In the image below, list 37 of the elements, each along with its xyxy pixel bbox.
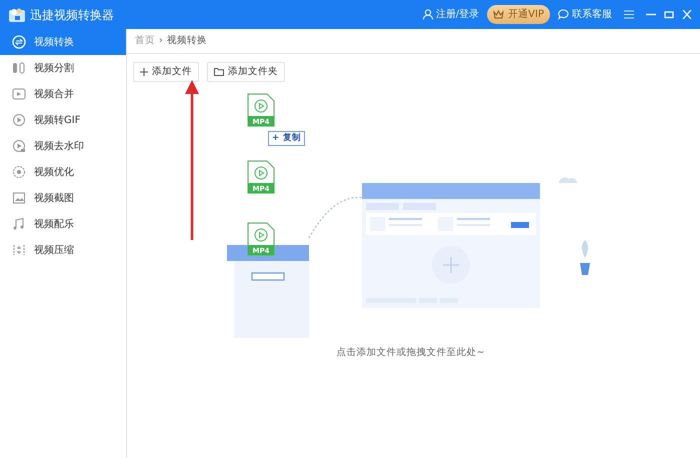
add-folder-button[interactable]: 添加文件夹 bbox=[207, 62, 285, 82]
add-file-button[interactable]: 添加文件 bbox=[133, 62, 199, 82]
sidebar-item[interactable]: 视频去水印 bbox=[0, 133, 126, 159]
gif-icon bbox=[12, 113, 26, 127]
support-link[interactable]: 联系客服 bbox=[572, 7, 612, 22]
breadcrumb-item: 视频转换 bbox=[166, 34, 207, 48]
breadcrumb-separator: › bbox=[159, 34, 163, 48]
convert-icon bbox=[12, 35, 26, 49]
sidebar-item[interactable]: 视频优化 bbox=[0, 159, 126, 185]
sidebar-item[interactable]: 视频配乐 bbox=[0, 211, 126, 237]
merge-icon bbox=[12, 87, 26, 101]
watermark-icon bbox=[12, 139, 26, 153]
close-icon[interactable] bbox=[682, 10, 692, 19]
vip-button[interactable]: 开通VIP bbox=[487, 5, 550, 24]
screenshot-icon bbox=[12, 191, 26, 205]
split-icon bbox=[12, 61, 26, 75]
compress-icon bbox=[12, 243, 26, 257]
app-title: 迅捷视频转换器 bbox=[30, 6, 114, 24]
sidebar-item[interactable]: 视频截图 bbox=[0, 185, 126, 211]
sidebar-item[interactable]: 视频分割 bbox=[0, 55, 126, 81]
sidebar-item[interactable]: 视频压缩 bbox=[0, 237, 126, 263]
chat-icon[interactable] bbox=[558, 9, 569, 20]
music-icon bbox=[12, 217, 26, 231]
app-logo-icon bbox=[8, 6, 26, 22]
sidebar-item[interactable]: 视频合并 bbox=[0, 81, 126, 107]
drop-hint-text: 点击添加文件或拖拽文件至此处~ bbox=[336, 346, 486, 360]
sidebar-item[interactable]: 视频转GIF bbox=[0, 107, 126, 133]
copy-tooltip: + 复制 bbox=[268, 131, 306, 146]
plus-icon bbox=[140, 68, 148, 76]
sidebar-item[interactable]: 视频转换 bbox=[0, 29, 126, 55]
crown-icon bbox=[493, 10, 504, 19]
maximize-icon[interactable] bbox=[664, 10, 674, 19]
optimize-icon bbox=[12, 165, 26, 179]
user-icon[interactable] bbox=[422, 9, 433, 20]
folder-icon bbox=[214, 68, 224, 76]
menu-icon[interactable] bbox=[624, 10, 634, 19]
login-link[interactable]: 注册/登录 bbox=[436, 7, 480, 22]
